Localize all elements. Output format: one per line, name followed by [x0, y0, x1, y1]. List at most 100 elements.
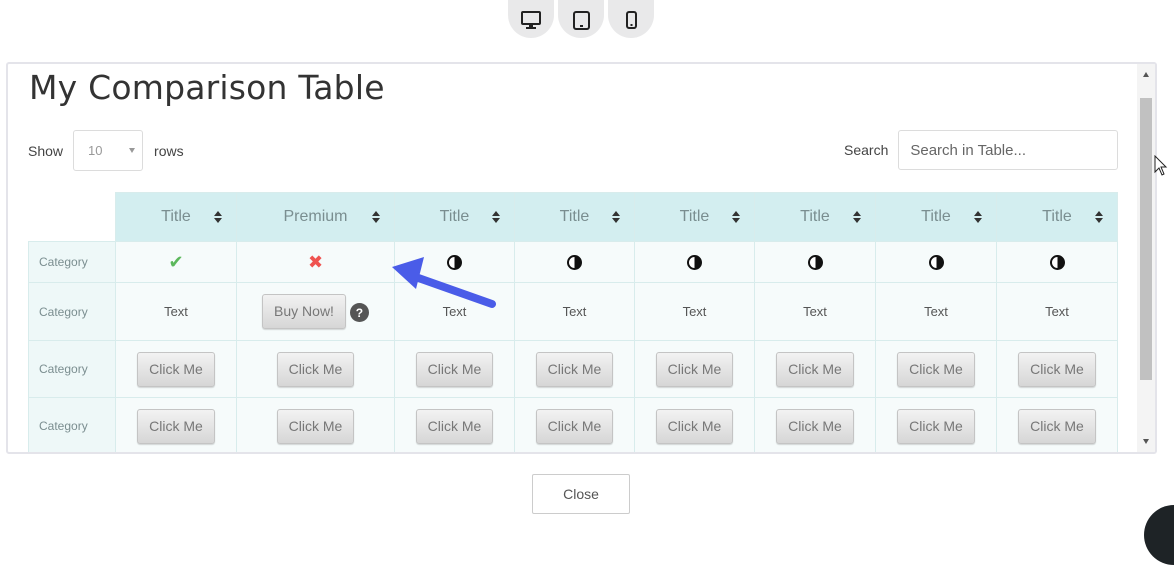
- column-header-label: Title: [559, 208, 590, 225]
- sort-icon[interactable]: [974, 211, 982, 223]
- table-cell: Click Me: [996, 397, 1118, 452]
- table-cell: Text: [996, 282, 1118, 341]
- table-cell: Click Me: [394, 340, 515, 398]
- click-me-button[interactable]: Click Me: [897, 351, 975, 387]
- row-category-label: Category: [28, 241, 116, 283]
- table-cell: [634, 241, 755, 283]
- table-cell: [754, 241, 876, 283]
- click-me-button[interactable]: Click Me: [415, 351, 494, 387]
- sort-icon[interactable]: [612, 211, 620, 223]
- sort-icon[interactable]: [853, 211, 861, 223]
- buy-now-button[interactable]: Buy Now!: [262, 294, 346, 329]
- table-row: Category ✔ ✖: [28, 241, 1118, 283]
- sort-icon[interactable]: [492, 211, 500, 223]
- row-category-label: Category: [28, 282, 116, 341]
- table-cell: [514, 241, 635, 283]
- click-me-button[interactable]: Click Me: [655, 351, 734, 387]
- table-cell: Click Me: [394, 397, 515, 452]
- click-me-button[interactable]: Click Me: [276, 408, 355, 444]
- table-cell: Text: [754, 282, 876, 341]
- column-header-label: Title: [800, 208, 830, 225]
- table-cell: Click Me: [754, 397, 876, 452]
- help-icon[interactable]: ?: [349, 303, 369, 323]
- table-cell: Click Me: [115, 340, 237, 398]
- click-me-button[interactable]: Click Me: [276, 351, 355, 387]
- sort-icon[interactable]: [1095, 211, 1103, 223]
- click-me-button[interactable]: Click Me: [776, 351, 854, 387]
- chat-widget-button[interactable]: [1144, 505, 1174, 565]
- cell-text: Text: [803, 304, 827, 319]
- cell-text: Text: [682, 304, 707, 319]
- click-me-button[interactable]: Click Me: [535, 408, 614, 444]
- page-title: My Comparison Table: [29, 68, 385, 107]
- table-cell: Click Me: [514, 340, 635, 398]
- tablet-icon: [572, 10, 590, 30]
- column-header-label: Title: [161, 208, 191, 225]
- cell-text: Text: [1045, 304, 1069, 319]
- column-header[interactable]: Title: [115, 192, 237, 242]
- scroll-down-icon[interactable]: [1143, 439, 1149, 444]
- column-header[interactable]: Title: [394, 192, 515, 242]
- click-me-button[interactable]: Click Me: [1018, 408, 1096, 444]
- column-header-label: Title: [439, 208, 470, 225]
- half-circle-icon: [567, 255, 582, 271]
- table-cell: Click Me: [875, 340, 997, 398]
- table-cell: Click Me: [236, 397, 395, 452]
- device-toggle-group: [508, 0, 654, 38]
- table-cell: Text: [634, 282, 755, 341]
- table-preview-frame: My Comparison Table Show 10 rows Search …: [6, 62, 1157, 454]
- click-me-button[interactable]: Click Me: [776, 408, 854, 444]
- table-cell: Click Me: [634, 397, 755, 452]
- half-circle-icon: [1049, 255, 1065, 271]
- table-cell: Buy Now!?: [236, 282, 395, 341]
- sort-icon[interactable]: [732, 211, 740, 223]
- column-header[interactable]: Premium: [236, 192, 395, 242]
- table-cell: Click Me: [236, 340, 395, 398]
- table-cell: ✖: [236, 241, 395, 283]
- column-header[interactable]: Title: [634, 192, 755, 242]
- vertical-scrollbar[interactable]: [1137, 64, 1155, 452]
- row-category-label: Category: [28, 340, 116, 398]
- table-row: Category Click Me Click Me Click Me Click Me…: [28, 340, 1118, 398]
- table-cell: Click Me: [115, 397, 237, 452]
- rows-select-value: 10: [88, 143, 103, 158]
- column-header[interactable]: Title: [996, 192, 1118, 242]
- table-cell: [875, 241, 997, 283]
- table-cell: Click Me: [996, 340, 1118, 398]
- search-input[interactable]: [898, 130, 1119, 170]
- rows-label: rows: [154, 142, 184, 159]
- sort-icon[interactable]: [372, 211, 380, 223]
- click-me-button[interactable]: Click Me: [137, 351, 215, 387]
- half-circle-icon: [687, 255, 702, 271]
- tablet-view-button[interactable]: [558, 0, 604, 38]
- show-label: Show: [28, 142, 64, 159]
- click-me-button[interactable]: Click Me: [137, 408, 215, 444]
- close-button[interactable]: Close: [532, 474, 630, 514]
- sort-icon[interactable]: [214, 211, 222, 223]
- desktop-view-button[interactable]: [508, 0, 554, 38]
- rows-per-page-select[interactable]: 10: [73, 130, 144, 171]
- table-cell: Text: [115, 282, 237, 341]
- half-circle-icon: [807, 255, 823, 271]
- click-me-button[interactable]: Click Me: [897, 408, 975, 444]
- table-cell: Click Me: [514, 397, 635, 452]
- column-header[interactable]: Title: [875, 192, 997, 242]
- column-header[interactable]: Title: [514, 192, 635, 242]
- desktop-icon: [521, 11, 541, 29]
- mobile-view-button[interactable]: [608, 0, 654, 38]
- x-icon: ✖: [307, 251, 324, 272]
- click-me-button[interactable]: Click Me: [655, 408, 734, 444]
- scroll-up-icon[interactable]: [1143, 72, 1149, 77]
- table-cell: Click Me: [754, 340, 876, 398]
- click-me-button[interactable]: Click Me: [535, 351, 614, 387]
- column-header[interactable]: Title: [754, 192, 876, 242]
- click-me-button[interactable]: Click Me: [415, 408, 494, 444]
- mouse-cursor-icon: [1154, 155, 1168, 176]
- row-category-label: Category: [28, 397, 116, 452]
- column-header-label: Title: [921, 208, 951, 225]
- search-control: Search: [844, 130, 1119, 170]
- chevron-down-icon: [129, 148, 136, 153]
- click-me-button[interactable]: Click Me: [1018, 351, 1096, 387]
- scrollbar-thumb[interactable]: [1140, 98, 1152, 380]
- table-cell: ✔: [115, 241, 237, 283]
